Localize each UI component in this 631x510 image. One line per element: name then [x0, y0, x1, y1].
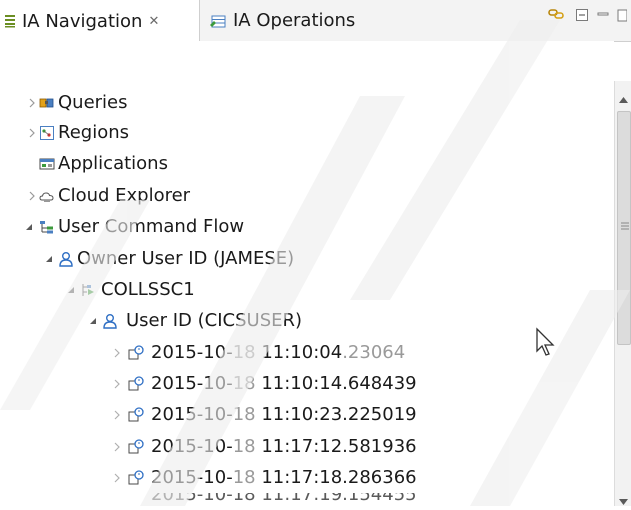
grip-icon	[621, 222, 629, 230]
tree-item-timestamp[interactable]: 2015-10-18 11:17:12.581936	[0, 431, 614, 462]
tree-item-cloud-explorer[interactable]: Cloud Explorer	[0, 180, 614, 211]
tree-item-queries[interactable]: Queries	[0, 87, 614, 118]
timestamp-date: 2015-10-	[151, 342, 233, 363]
chevron-right-icon[interactable]	[27, 128, 37, 138]
transaction-icon	[128, 438, 144, 455]
tree-item-label: User ID (CICSUSER)	[126, 310, 303, 331]
tree-item-regions[interactable]: Regions	[0, 117, 614, 148]
timestamp-day: 18	[232, 493, 256, 505]
regions-icon	[39, 125, 55, 141]
timestamp-time: 11:10:23.225019	[255, 404, 417, 425]
tree-item-applications[interactable]: Applications	[0, 148, 614, 179]
maximize-icon[interactable]	[617, 7, 628, 26]
tree-item-user-command-flow[interactable]: User Command Flow	[0, 211, 614, 242]
tab-ia-navigation[interactable]: IA Navigation ✕	[0, 0, 200, 42]
timestamp-date: 2015-10-	[151, 436, 233, 457]
link-editor-icon[interactable]	[547, 6, 567, 26]
close-icon[interactable]: ✕	[148, 14, 159, 29]
timestamp-day: 18	[232, 342, 256, 363]
timestamp-time: 11:17:12.581936	[255, 436, 417, 457]
tab-label: IA Operations	[233, 10, 356, 31]
timestamp-time: 11:10:04	[255, 342, 343, 363]
vertical-scrollbar[interactable]	[614, 81, 631, 506]
timestamp-day: 18	[232, 436, 256, 457]
scroll-up-icon[interactable]	[618, 89, 629, 103]
tree-item-label: Regions	[58, 122, 129, 143]
timestamp-day: 18	[232, 373, 256, 394]
timestamp-time: 11:17:19.154455	[255, 493, 417, 505]
tree-item-label: Cloud Explorer	[58, 185, 191, 206]
minimize-icon[interactable]	[597, 7, 609, 26]
mouse-cursor-icon	[536, 327, 555, 356]
tree-item-timestamp[interactable]: 2015-10-18 11:10:14.648439	[0, 368, 614, 399]
transaction-icon	[128, 344, 144, 361]
chevron-down-icon[interactable]	[24, 222, 34, 232]
tree-item-label: 2015-10-18 11:17:19.154455	[151, 493, 417, 507]
tree-item-label: User Command Flow	[58, 216, 245, 237]
transaction-icon	[128, 375, 144, 392]
user-icon	[102, 313, 118, 329]
tree-item-user-id[interactable]: User ID (CICSUSER)	[0, 305, 614, 336]
operations-table-icon	[209, 13, 227, 29]
queries-icon	[39, 95, 55, 111]
collapse-all-icon[interactable]	[575, 7, 589, 26]
transaction-icon	[128, 469, 144, 486]
timestamp-fraction: .23064	[342, 342, 406, 363]
timestamp-time: 11:17:18.286366	[255, 467, 417, 488]
tree-item-label: Applications	[58, 153, 168, 174]
navigation-list-icon	[4, 13, 16, 29]
tree-item-label: 2015-10-18 11:17:18.286366	[151, 467, 417, 488]
tab-label: IA Navigation	[22, 10, 143, 32]
chevron-right-icon[interactable]	[112, 442, 122, 452]
timestamp-day: 18	[232, 467, 256, 488]
command-flow-icon	[39, 219, 55, 235]
tree-item-owner-user-id[interactable]: Owner User ID (JAMESE)	[0, 243, 614, 274]
tree-item-label: 2015-10-18 11:10:04.23064	[151, 342, 405, 363]
tree-item-timestamp[interactable]: 2015-10-18 11:10:23.225019	[0, 399, 614, 430]
tree-item-label: 2015-10-18 11:10:14.648439	[151, 373, 417, 394]
tree-item-timestamp[interactable]: 2015-10-18 11:17:19.154455	[0, 493, 614, 507]
tree-item-label: Owner User ID (JAMESE)	[77, 248, 295, 269]
chevron-right-icon[interactable]	[27, 191, 37, 201]
chevron-down-icon[interactable]	[88, 316, 98, 326]
timestamp-day: 18	[232, 404, 256, 425]
timestamp-date: 2015-10-	[151, 373, 233, 394]
navigation-tree: Queries Regions Applications Cloud Explo…	[0, 41, 614, 506]
view-tab-bar: IA Navigation ✕ IA Operations	[0, 0, 631, 42]
chevron-right-icon[interactable]	[27, 98, 37, 108]
cloud-explorer-icon	[39, 188, 55, 204]
timestamp-date: 2015-10-	[151, 404, 233, 425]
tree-item-label: 2015-10-18 11:17:12.581936	[151, 436, 417, 457]
tree-item-timestamp[interactable]: 2015-10-18 11:10:04.23064	[0, 337, 614, 368]
tree-item-label: COLLSSC1	[101, 279, 195, 300]
timestamp-date: 2015-10-	[151, 493, 233, 505]
scrollbar-thumb[interactable]	[617, 111, 631, 345]
chevron-down-icon[interactable]	[66, 285, 76, 295]
tree-item-label: Queries	[58, 92, 128, 113]
applications-icon	[39, 156, 55, 172]
timestamp-time: 11:10:14.648439	[255, 373, 417, 394]
tree-item-timestamp[interactable]: 2015-10-18 11:17:18.286366	[0, 462, 614, 493]
tab-ia-operations[interactable]: IA Operations	[205, 0, 355, 41]
collector-icon	[80, 282, 96, 298]
tree-item-label: 2015-10-18 11:10:23.225019	[151, 404, 417, 425]
user-icon	[58, 251, 74, 267]
chevron-right-icon[interactable]	[112, 473, 122, 483]
chevron-right-icon[interactable]	[112, 379, 122, 389]
scroll-down-icon[interactable]	[618, 491, 629, 505]
timestamp-date: 2015-10-	[151, 467, 233, 488]
chevron-right-icon[interactable]	[112, 348, 122, 358]
chevron-right-icon[interactable]	[112, 410, 122, 420]
transaction-icon	[128, 406, 144, 423]
view-toolbar	[547, 6, 628, 26]
chevron-down-icon[interactable]	[44, 254, 54, 264]
tree-item-collssc1[interactable]: COLLSSC1	[0, 274, 614, 305]
